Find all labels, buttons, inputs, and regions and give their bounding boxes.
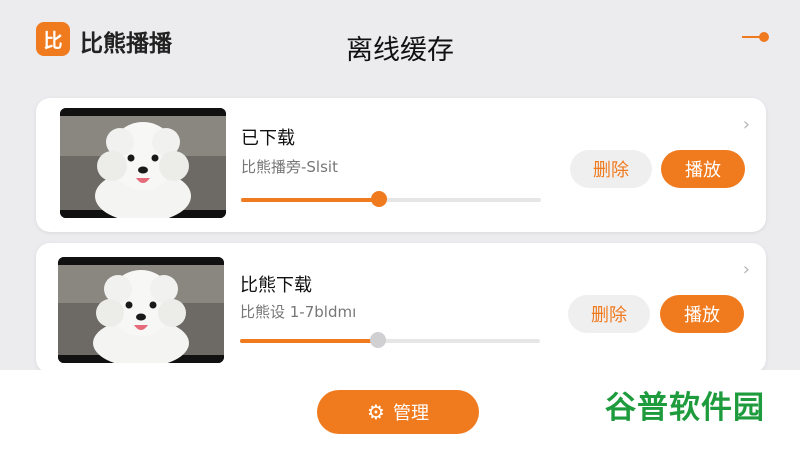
watermark-logo: 谷普软件园: [586, 377, 784, 431]
video-thumbnail[interactable]: [58, 257, 224, 363]
play-button[interactable]: 播放: [661, 150, 745, 188]
play-button[interactable]: 播放: [660, 295, 744, 333]
video-subtitle: 比熊设 1-7bldmı: [240, 303, 357, 321]
manage-label: 管理: [392, 403, 429, 424]
delete-button[interactable]: 删除: [568, 295, 650, 333]
video-card-2[interactable]: 比熊下载 比熊设 1-7bldmı › 删除 播放: [36, 243, 766, 373]
video-title: 已下载: [241, 128, 295, 149]
dog-thumbnail-image: [60, 108, 226, 218]
video-title: 比熊下载: [240, 275, 312, 296]
video-thumbnail[interactable]: [60, 108, 226, 218]
chevron-right-icon[interactable]: ›: [743, 114, 750, 135]
progress-knob[interactable]: [370, 332, 386, 348]
chevron-right-icon[interactable]: ›: [743, 259, 750, 280]
progress-knob[interactable]: [371, 191, 387, 207]
video-card-1[interactable]: 已下载 比熊播旁-Slsit › 删除 播放: [36, 98, 766, 232]
header: 比 比熊播播 离线缓存: [0, 0, 800, 90]
delete-button[interactable]: 删除: [570, 150, 652, 188]
slider-toggle-icon[interactable]: [742, 30, 772, 44]
dog-thumbnail-image: [58, 257, 224, 363]
manage-button[interactable]: ⚙ 管理: [317, 390, 479, 434]
gear-icon: ⚙: [367, 400, 385, 424]
video-subtitle: 比熊播旁-Slsit: [241, 158, 338, 176]
page-title: 离线缓存: [346, 35, 454, 66]
download-progress[interactable]: [240, 332, 540, 348]
download-progress[interactable]: [241, 191, 541, 207]
